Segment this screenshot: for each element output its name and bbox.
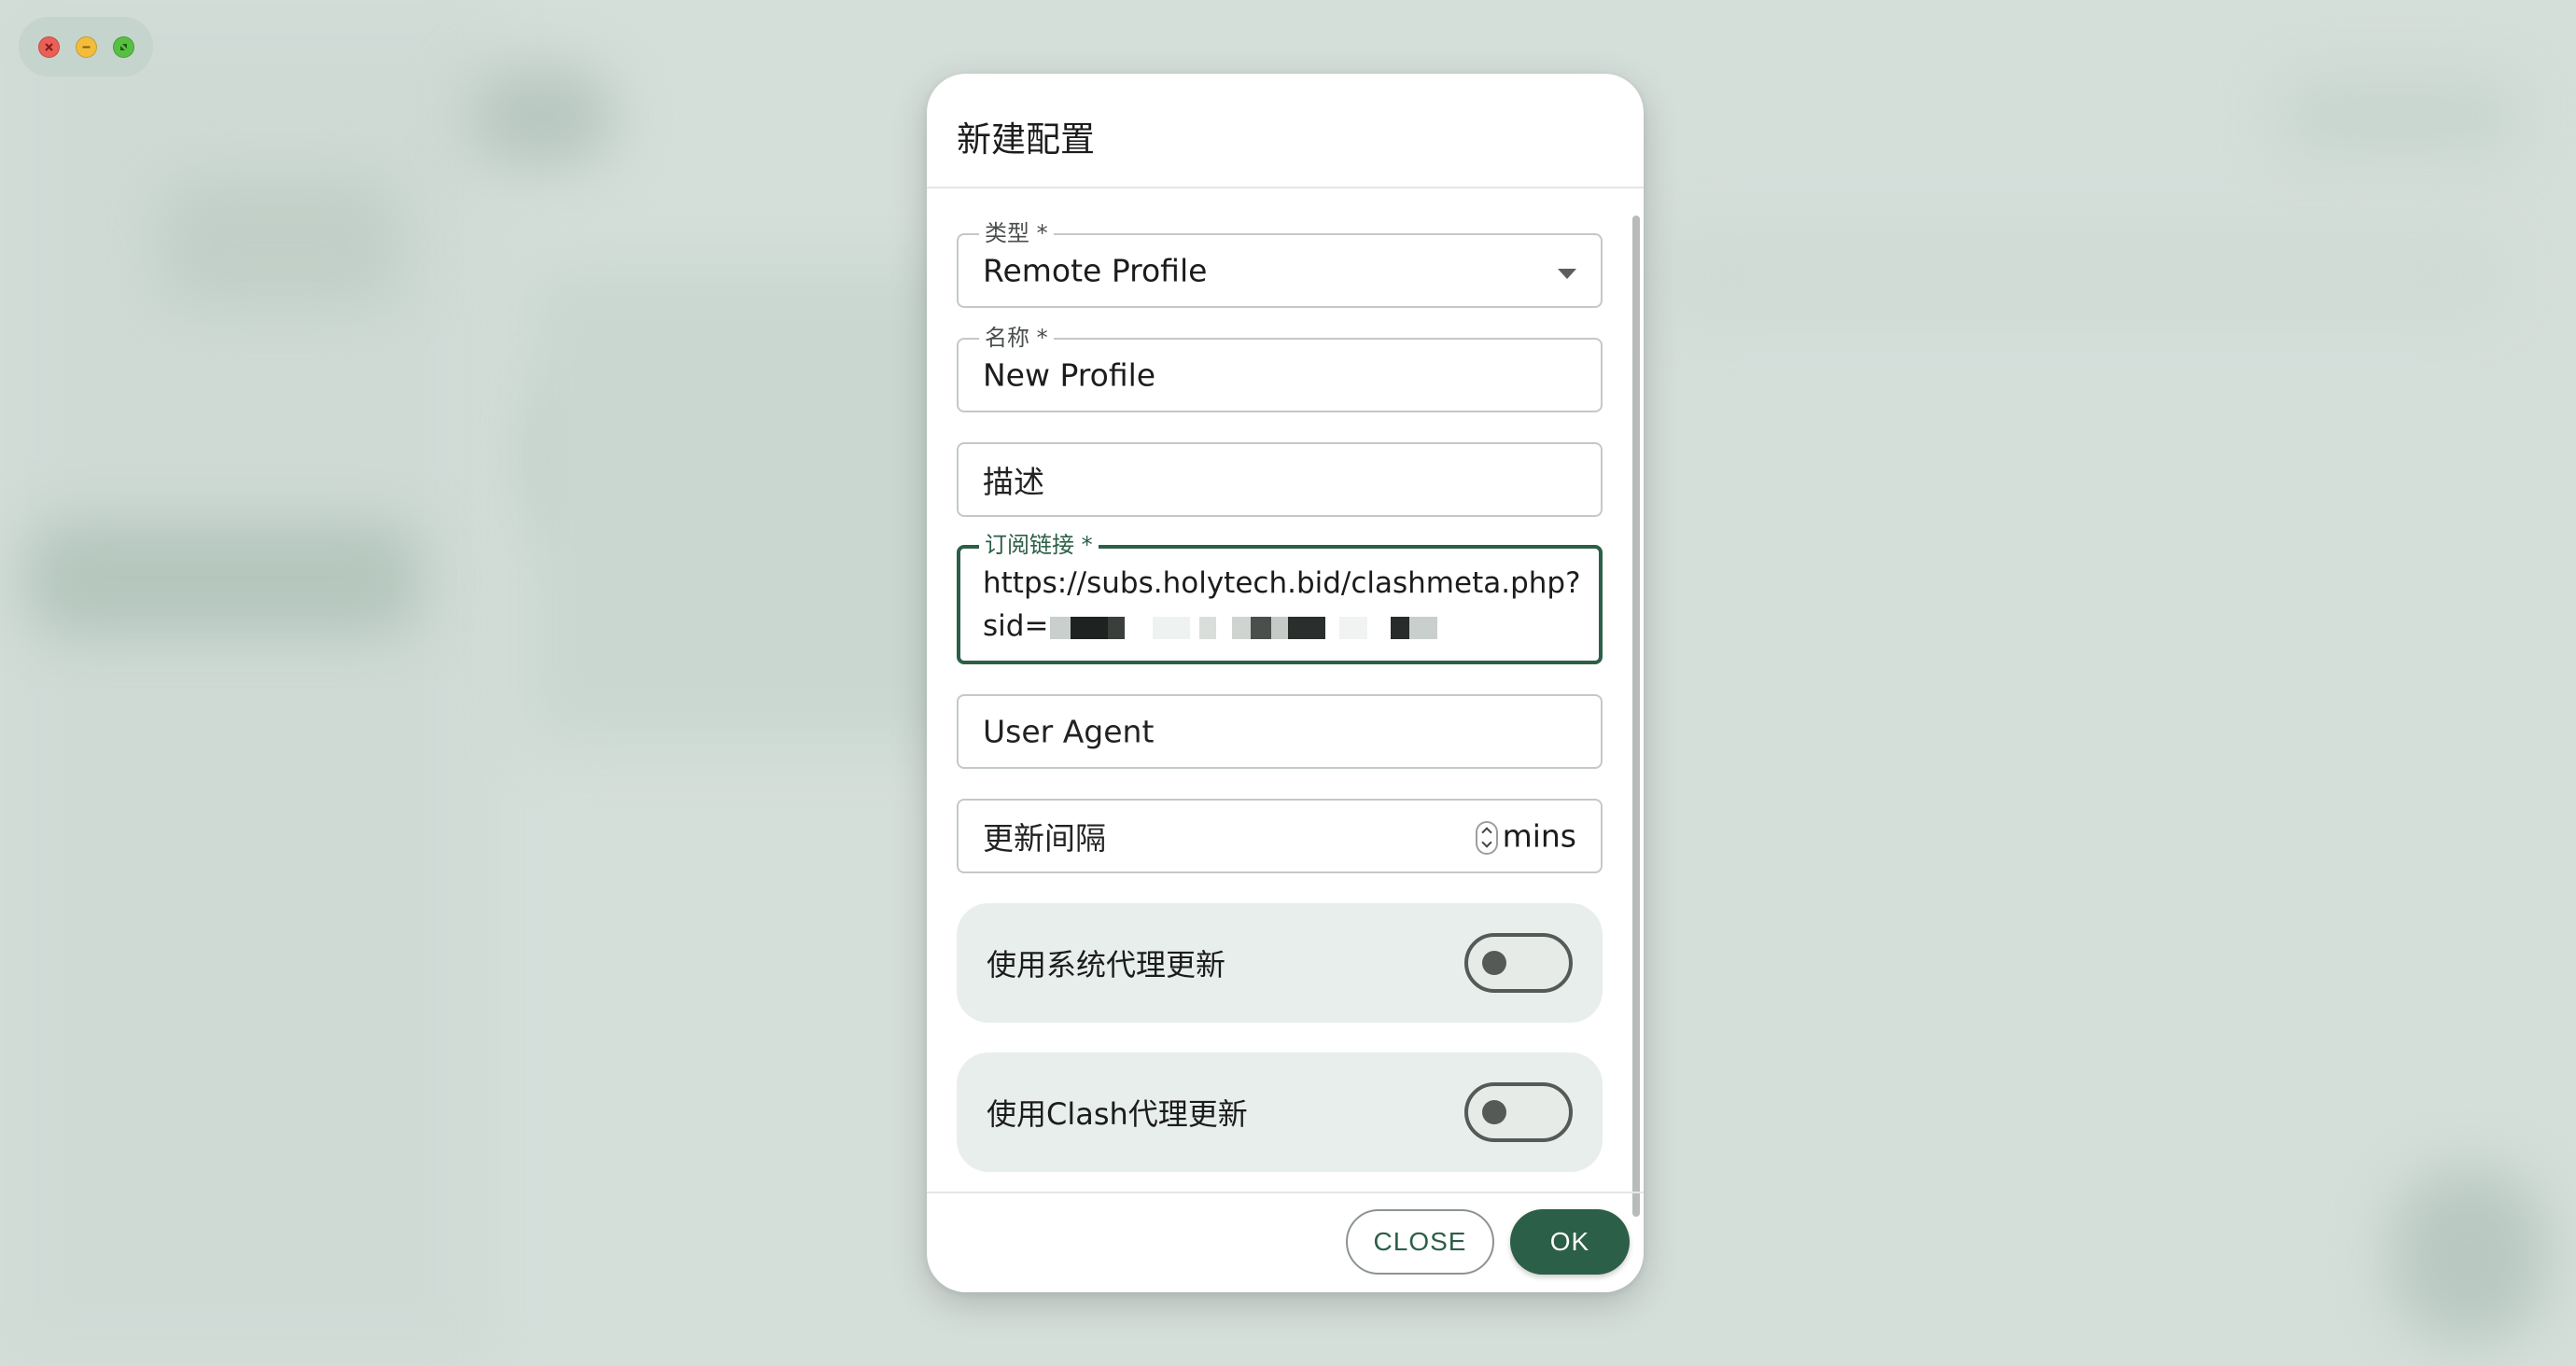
profile-name-value: New Profile — [983, 356, 1156, 394]
ok-button[interactable]: OK — [1510, 1209, 1630, 1275]
description-placeholder: 描述 — [983, 464, 1044, 500]
subscription-url-field[interactable]: 订阅链接 * https://subs.holytech.bid/clashme… — [957, 533, 1603, 664]
close-button[interactable]: CLOSE — [1346, 1209, 1494, 1275]
subscription-url-value: https://subs.holytech.bid/clashmeta.php?… — [983, 562, 1581, 648]
toggle-knob — [1482, 1100, 1506, 1124]
subscription-url-line2: sid= — [983, 605, 1581, 648]
dropdown-caret-icon — [1558, 269, 1576, 279]
window-maximize-icon[interactable] — [112, 35, 134, 58]
system-proxy-label: 使用系统代理更新 — [987, 947, 1226, 983]
new-profile-dialog: 新建配置 类型 * Remote Profile 名称 * New Profil… — [927, 74, 1644, 1292]
update-interval-unit: mins — [1502, 817, 1576, 855]
actions-divider — [927, 1192, 1644, 1193]
system-proxy-row: 使用系统代理更新 — [957, 903, 1603, 1023]
profile-name-field[interactable]: 名称 * New Profile — [957, 326, 1603, 412]
subscription-url-line1: https://subs.holytech.bid/clashmeta.php? — [983, 566, 1581, 600]
profile-type-label: 类型 * — [979, 221, 1054, 245]
update-interval-field[interactable]: 更新间隔 mins — [957, 799, 1603, 873]
user-agent-field[interactable]: User Agent — [957, 694, 1603, 769]
profile-name-label: 名称 * — [979, 326, 1054, 350]
subscription-url-label: 订阅链接 * — [979, 533, 1099, 557]
window-controls — [19, 17, 153, 77]
description-field[interactable]: 描述 — [957, 442, 1603, 517]
window-close-icon[interactable] — [37, 35, 60, 58]
window-minimize-icon[interactable] — [75, 35, 97, 58]
dialog-scrollbar[interactable] — [1632, 216, 1640, 1217]
subscription-url-sid-prefix: sid= — [983, 609, 1049, 643]
profile-type-value: Remote Profile — [983, 252, 1208, 289]
redacted-token — [1050, 616, 1442, 639]
number-stepper-icon[interactable] — [1476, 821, 1498, 855]
profile-type-select[interactable]: 类型 * Remote Profile — [957, 221, 1603, 308]
clash-proxy-label: 使用Clash代理更新 — [987, 1096, 1248, 1132]
title-divider — [927, 187, 1644, 188]
clash-proxy-toggle[interactable] — [1464, 1082, 1573, 1142]
clash-proxy-row: 使用Clash代理更新 — [957, 1052, 1603, 1172]
system-proxy-toggle[interactable] — [1464, 933, 1573, 993]
dialog-title: 新建配置 — [957, 119, 1095, 160]
user-agent-placeholder: User Agent — [983, 713, 1155, 750]
update-interval-placeholder: 更新间隔 — [983, 820, 1106, 857]
toggle-knob — [1482, 951, 1506, 975]
